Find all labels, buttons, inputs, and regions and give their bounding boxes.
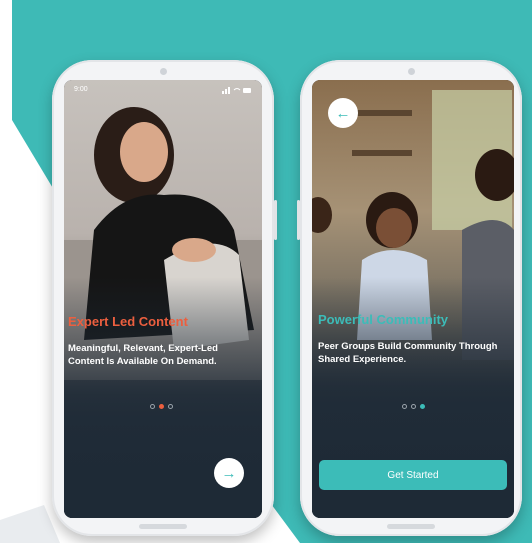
woman-photo xyxy=(64,80,262,518)
status-time: 9:00 xyxy=(74,86,88,93)
back-button[interactable]: ← xyxy=(328,98,358,128)
arrow-right-icon: → xyxy=(221,464,237,482)
pagination-dot-3 xyxy=(168,404,173,409)
pagination-dot-1 xyxy=(402,404,407,409)
status-icons xyxy=(222,87,251,94)
screen-description: Meaningful, Relevant, Expert-Led Content… xyxy=(68,343,218,367)
right-screen: ← Powerful Community Peer Groups Build C… xyxy=(312,80,514,518)
screen-title: Expert Led Content xyxy=(68,314,188,329)
side-button xyxy=(274,200,277,240)
screen-description: Peer Groups Build Community Through Shar… xyxy=(318,341,498,365)
screen-title: Powerful Community xyxy=(318,312,449,327)
arrow-left-icon: ← xyxy=(335,104,351,122)
pagination-dots xyxy=(150,404,173,409)
left-screen: 9:00 Expert Led Content Meaningful, Rele… xyxy=(64,80,262,518)
pagination-dots xyxy=(402,404,425,409)
family-photo xyxy=(312,80,514,518)
pagination-dot-2 xyxy=(411,404,416,409)
next-button[interactable]: → xyxy=(214,458,244,488)
camera-dot xyxy=(160,68,167,75)
pagination-dot-1 xyxy=(150,404,155,409)
camera-dot xyxy=(408,68,415,75)
home-indicator xyxy=(387,524,435,529)
left-phone: 9:00 Expert Led Content Meaningful, Rele… xyxy=(52,60,277,536)
get-started-button[interactable]: Get Started xyxy=(319,460,507,490)
side-button xyxy=(297,200,300,240)
home-indicator xyxy=(139,524,187,529)
right-phone: ← Powerful Community Peer Groups Build C… xyxy=(297,60,522,536)
pagination-dot-3-active xyxy=(420,404,425,409)
pagination-dot-2-active xyxy=(159,404,164,409)
